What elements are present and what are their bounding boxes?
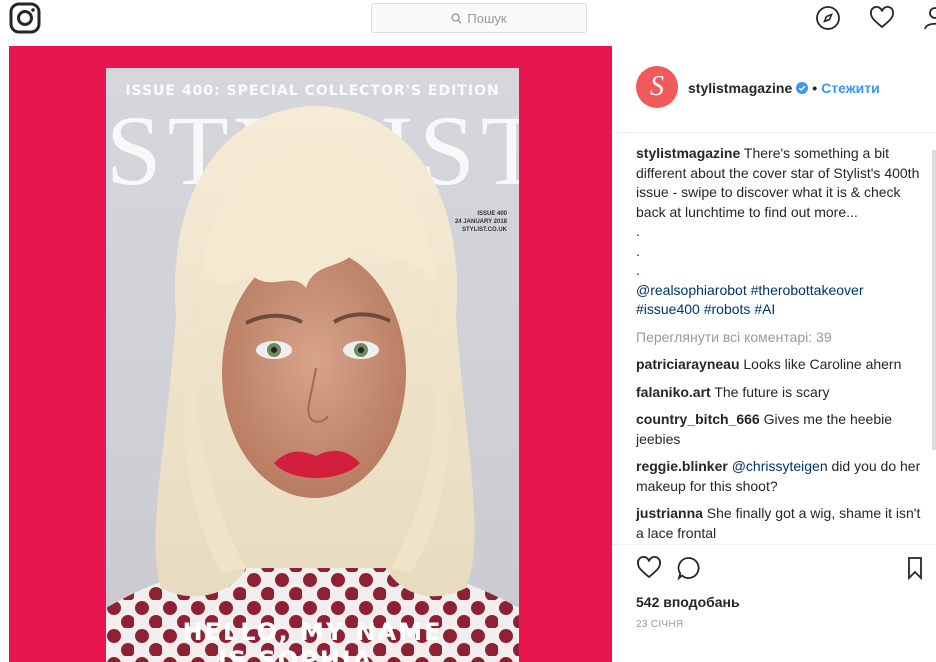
- comment-username[interactable]: falaniko.art: [636, 384, 711, 400]
- likes-count[interactable]: 542 вподобань: [636, 594, 740, 610]
- mention-link[interactable]: @chrissyteigen: [732, 458, 828, 474]
- mention-link[interactable]: @realsophiarobot: [636, 282, 747, 298]
- compass-icon[interactable]: [815, 5, 841, 31]
- post-author-line: stylistmagazine • Стежити: [688, 80, 880, 96]
- avatar[interactable]: S: [636, 66, 678, 108]
- verified-badge-icon: [796, 82, 809, 94]
- comment-item: patriciarayneau Looks like Caroline aher…: [636, 355, 926, 375]
- avatar-letter: S: [650, 71, 664, 102]
- cover-meta-date: 24 JANUARY 2018: [454, 219, 507, 225]
- hashtag-link[interactable]: #robots: [704, 301, 751, 317]
- hashtag-link[interactable]: #AI: [754, 301, 775, 317]
- like-heart-icon[interactable]: [636, 555, 662, 581]
- caption-username[interactable]: stylistmagazine: [636, 145, 740, 161]
- search-icon: [451, 12, 462, 24]
- cover-meta-site: STYLIST.CO.UK: [461, 227, 507, 233]
- comment-username[interactable]: justrianna: [636, 505, 703, 521]
- cover-meta-issue: ISSUE 400: [477, 211, 507, 217]
- instagram-logo-icon[interactable]: [9, 2, 41, 34]
- caption: stylistmagazine There's something a bit …: [636, 144, 926, 320]
- comment-icon[interactable]: [676, 555, 702, 581]
- comment-username[interactable]: reggie.blinker: [636, 458, 728, 474]
- comment-username[interactable]: patriciarayneau: [636, 356, 740, 372]
- post-image[interactable]: ISSUE 400: SPECIAL COLLECTOR'S EDITION S…: [9, 46, 612, 662]
- search-input[interactable]: Пошук: [371, 3, 587, 33]
- hashtag-link[interactable]: #issue400: [636, 301, 700, 317]
- caption-dot: .: [636, 242, 640, 259]
- comment-item: country_bitch_666 Gives me the heebie je…: [636, 410, 926, 449]
- profile-icon[interactable]: [922, 5, 936, 31]
- post-details-panel: S stylistmagazine • Стежити stylistmagaz…: [612, 46, 936, 662]
- author-username[interactable]: stylistmagazine: [688, 80, 792, 96]
- comments-list[interactable]: stylistmagazine There's something a bit …: [636, 144, 926, 542]
- magazine-cover: ISSUE 400: SPECIAL COLLECTOR'S EDITION S…: [106, 68, 519, 662]
- post-actions-bar: [612, 544, 936, 581]
- cover-issue-meta: ISSUE 400 24 JANUARY 2018 STYLIST.CO.UK: [455, 210, 507, 234]
- comment-item: falaniko.art The future is scary: [636, 383, 926, 403]
- view-all-comments-link[interactable]: Переглянути всі коментарі: 39: [636, 328, 926, 348]
- cover-headline: HELLO, MY NAME IS SOPHIA...: [106, 618, 519, 662]
- caption-dot: .: [636, 262, 640, 278]
- search-placeholder: Пошук: [467, 10, 507, 26]
- cover-headline-line1: HELLO, MY NAME: [182, 618, 443, 646]
- portrait-illustration: [106, 106, 519, 662]
- bookmark-icon[interactable]: [902, 555, 928, 581]
- post-date[interactable]: 23 СІЧНЯ: [636, 619, 683, 630]
- follow-button[interactable]: Стежити: [821, 80, 880, 96]
- comment-item: reggie.blinker @chrissyteigen did you do…: [636, 457, 926, 496]
- comment-text: The future is scary: [714, 383, 830, 400]
- caption-dot: .: [636, 223, 640, 239]
- hashtag-link[interactable]: #therobottakeover: [751, 282, 864, 298]
- cover-headline-line2: IS SOPHIA...: [217, 646, 408, 662]
- comments-scrollbar[interactable]: [932, 150, 936, 450]
- comment-item: justrianna She finally got a wig, shame …: [636, 504, 926, 542]
- caption-hashtags: @realsophiarobot #therobottakeover #issu…: [636, 281, 926, 320]
- comment-text: Looks like Caroline ahern: [743, 356, 902, 372]
- heart-icon[interactable]: [869, 5, 895, 31]
- separator-dot: •: [812, 80, 818, 96]
- top-navigation-bar: Пошук: [0, 0, 936, 44]
- post-header: S stylistmagazine • Стежити: [612, 46, 936, 133]
- comment-username[interactable]: country_bitch_666: [636, 411, 760, 427]
